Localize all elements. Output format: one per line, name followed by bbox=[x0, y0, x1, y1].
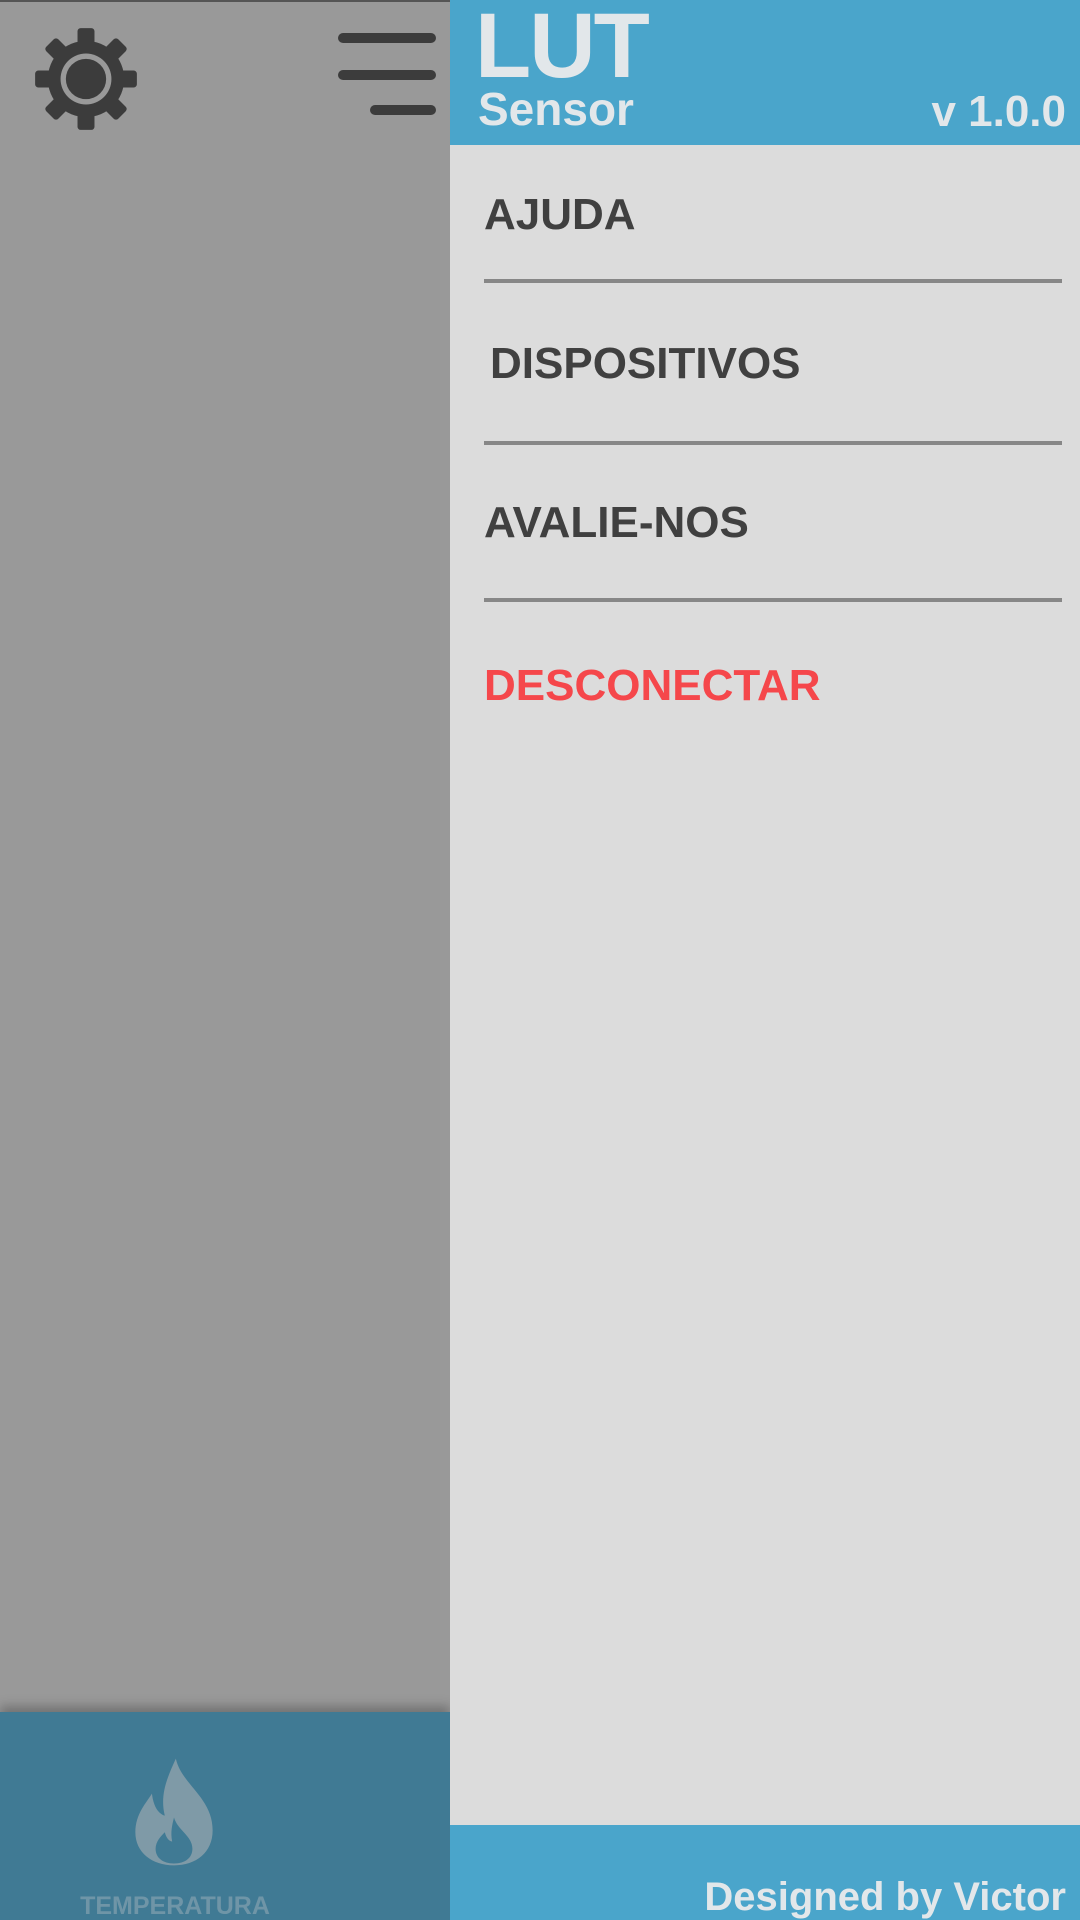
hamburger-menu-icon bbox=[338, 30, 438, 120]
main-content-scrim[interactable]: TEMPERATURA bbox=[0, 0, 450, 1920]
flame-icon bbox=[128, 1756, 220, 1868]
tab-temperatura-label: TEMPERATURA bbox=[80, 1892, 270, 1920]
menu-button[interactable] bbox=[338, 30, 438, 120]
settings-button[interactable] bbox=[30, 26, 142, 132]
menu-item-ajuda[interactable]: AJUDA bbox=[484, 193, 636, 237]
menu-item-desconectar[interactable]: DESCONECTAR bbox=[484, 664, 821, 708]
navigation-drawer: LUT Sensor v 1.0.0 AJUDA DISPOSITIVOS AV… bbox=[450, 0, 1080, 1920]
menu-item-avalie-nos[interactable]: AVALIE-NOS bbox=[484, 501, 749, 545]
tab-temperatura[interactable]: TEMPERATURA bbox=[40, 1732, 310, 1920]
app-screen: TEMPERATURA LUT Sensor v 1.0.0 AJUDA DIS… bbox=[0, 0, 1080, 1920]
menu-divider bbox=[484, 279, 1062, 283]
menu-divider bbox=[484, 441, 1062, 445]
gear-icon bbox=[30, 26, 142, 132]
bottom-navigation-bar: TEMPERATURA bbox=[0, 1712, 450, 1920]
drawer-header: LUT Sensor v 1.0.0 bbox=[450, 0, 1080, 145]
app-logo-title: LUT bbox=[475, 0, 650, 97]
app-logo-subtitle: Sensor bbox=[478, 83, 634, 135]
app-version-label: v 1.0.0 bbox=[931, 87, 1066, 136]
menu-item-dispositivos[interactable]: DISPOSITIVOS bbox=[490, 342, 801, 386]
top-edge-shadow bbox=[0, 0, 450, 2]
drawer-footer: Designed by Victor bbox=[450, 1825, 1080, 1920]
menu-divider bbox=[484, 598, 1062, 602]
footer-credit: Designed by Victor bbox=[704, 1875, 1066, 1919]
